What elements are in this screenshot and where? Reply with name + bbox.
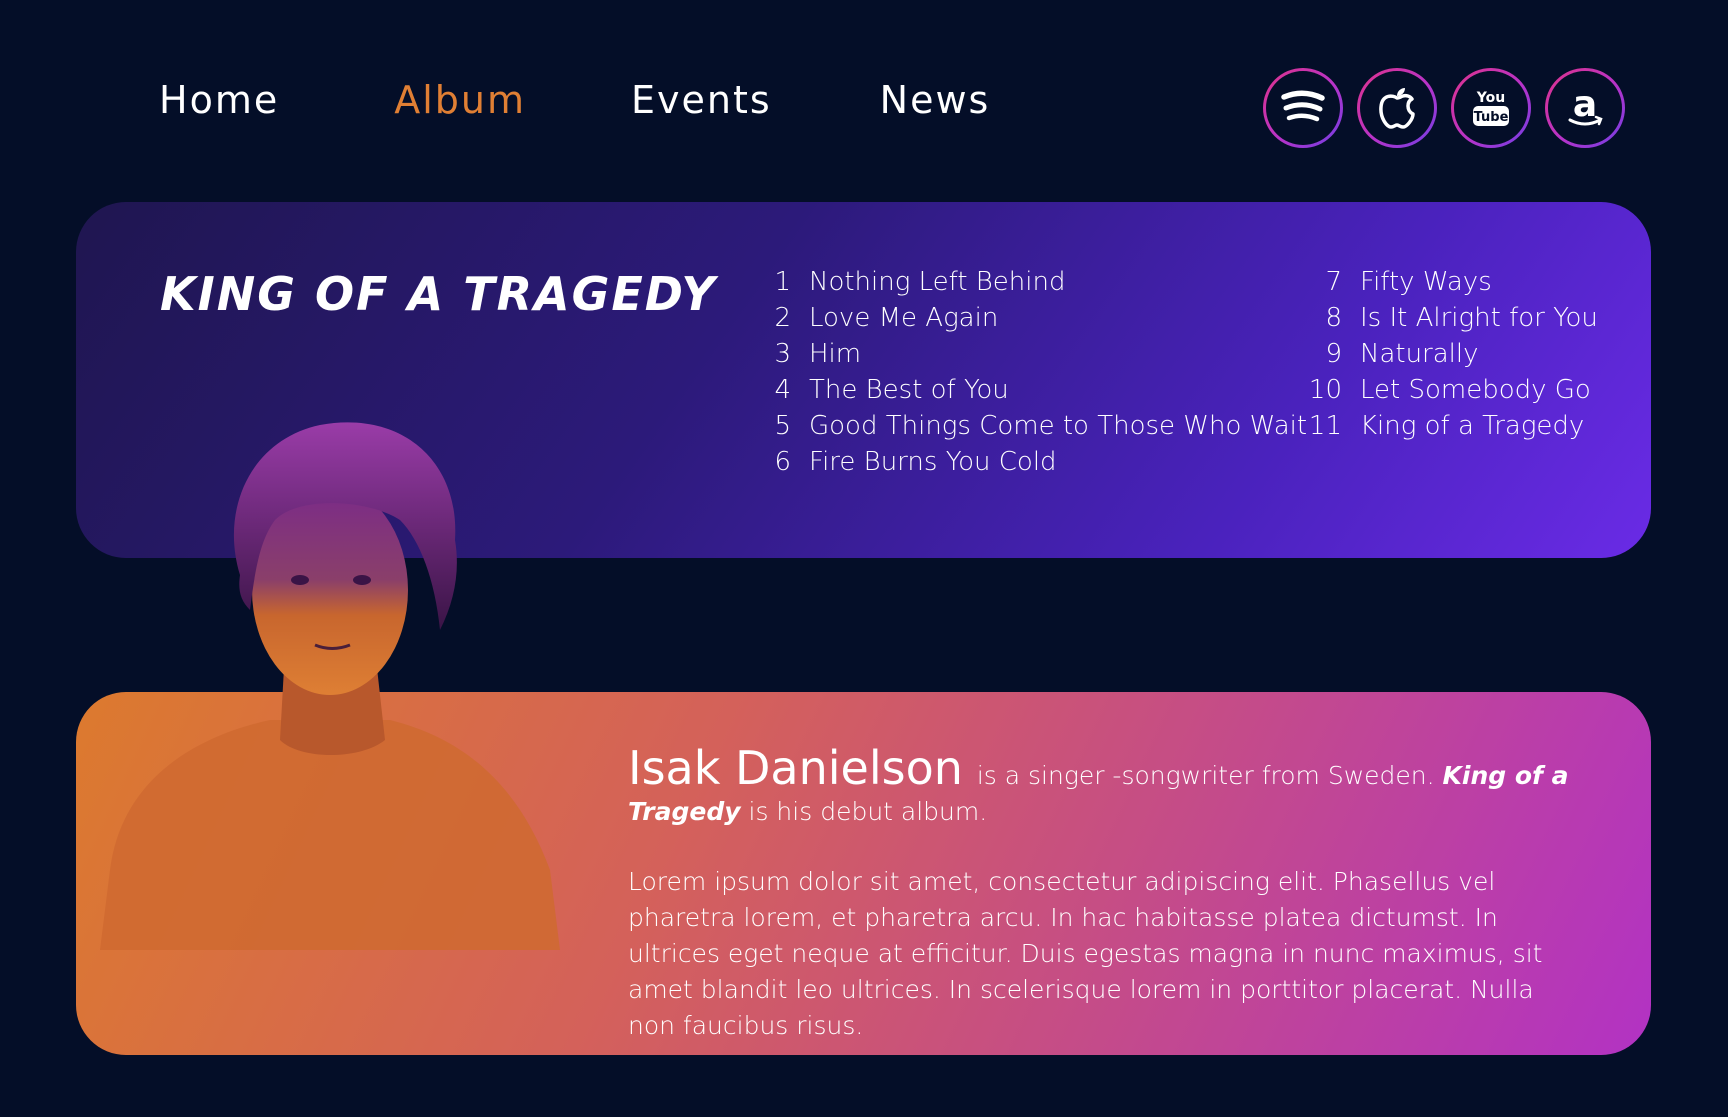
nav-item-events[interactable]: Events bbox=[631, 74, 772, 126]
track-item[interactable]: 2 Love Me Again bbox=[751, 300, 1307, 336]
track-item[interactable]: 3 Him bbox=[751, 336, 1307, 372]
track-item[interactable]: 9 Naturally bbox=[1301, 336, 1598, 372]
track-title: King of a Tragedy bbox=[1360, 411, 1585, 441]
apple-music-icon bbox=[1379, 88, 1415, 129]
tracklist-right: 7 Fifty Ways 8 Is It Alright for You 9 Natu… bbox=[1301, 264, 1598, 444]
track-item[interactable]: 7 Fifty Ways bbox=[1301, 264, 1598, 300]
track-number: 6 bbox=[774, 447, 791, 477]
nav-item-home[interactable]: Home bbox=[159, 74, 279, 126]
spotify-link[interactable] bbox=[1263, 68, 1343, 148]
track-title: Love Me Again bbox=[809, 303, 999, 333]
track-number: 7 bbox=[1325, 267, 1342, 297]
apple-music-link[interactable] bbox=[1357, 68, 1437, 148]
track-title: Fifty Ways bbox=[1360, 267, 1492, 297]
bio-intro-text: is a singer -songwriter from Sweden. bbox=[976, 761, 1435, 790]
artist-name: Isak Danielson bbox=[628, 741, 963, 795]
track-title: Nothing Left Behind bbox=[809, 267, 1066, 297]
track-number: 3 bbox=[774, 339, 791, 369]
track-item[interactable]: 10 Let Somebody Go bbox=[1301, 372, 1598, 408]
spotify-icon bbox=[1281, 90, 1325, 122]
bio-description: Lorem ipsum dolor sit amet, consectetur … bbox=[628, 867, 1543, 1040]
nav-item-album[interactable]: Album bbox=[394, 74, 526, 126]
main-nav: Home Album Events News bbox=[159, 74, 990, 126]
youtube-tube-text: Tube bbox=[1474, 110, 1509, 125]
track-item[interactable]: 4 The Best of You bbox=[751, 372, 1307, 408]
artist-portrait bbox=[100, 422, 560, 950]
youtube-link[interactable]: You Tube bbox=[1451, 68, 1531, 148]
track-number: 2 bbox=[774, 303, 791, 333]
page: Home Album Events News You Tube a KING O… bbox=[0, 0, 1728, 1117]
bio-intro-text-end: is his debut album. bbox=[748, 797, 988, 826]
track-number: 11 bbox=[1308, 411, 1342, 441]
track-title: Good Things Come to Those Who Wait bbox=[809, 411, 1308, 441]
bio-intro: Isak Danielson is a singer -songwriter f… bbox=[628, 745, 1588, 830]
track-number: 8 bbox=[1325, 303, 1342, 333]
track-number: 10 bbox=[1308, 375, 1342, 405]
track-number: 5 bbox=[774, 411, 791, 441]
tracklist-left: 1 Nothing Left Behind 2 Love Me Again 3 Him… bbox=[751, 264, 1307, 480]
track-title: Naturally bbox=[1360, 339, 1479, 369]
youtube-icon: You Tube bbox=[1473, 90, 1509, 126]
artist-bio: Isak Danielson is a singer -songwriter f… bbox=[628, 745, 1588, 1044]
social-links: You Tube a bbox=[1263, 68, 1625, 148]
track-title: Him bbox=[809, 339, 862, 369]
amazon-music-link[interactable]: a bbox=[1545, 68, 1625, 148]
track-title: Is It Alright for You bbox=[1360, 303, 1598, 333]
nav-item-news[interactable]: News bbox=[880, 74, 991, 126]
track-title: The Best of You bbox=[809, 375, 1009, 405]
track-number: 1 bbox=[774, 267, 791, 297]
track-title: Fire Burns You Cold bbox=[809, 447, 1057, 477]
track-number: 4 bbox=[774, 375, 791, 405]
track-item[interactable]: 1 Nothing Left Behind bbox=[751, 264, 1307, 300]
track-item[interactable]: 6 Fire Burns You Cold bbox=[751, 444, 1307, 480]
album-title: KING OF A TRAGEDY bbox=[160, 267, 717, 321]
track-item[interactable]: 5 Good Things Come to Those Who Wait bbox=[751, 408, 1307, 444]
track-number: 9 bbox=[1325, 339, 1342, 369]
track-title: Let Somebody Go bbox=[1360, 375, 1591, 405]
track-item[interactable]: 11 King of a Tragedy bbox=[1301, 408, 1598, 444]
amazon-a-text: a bbox=[1573, 86, 1597, 125]
track-item[interactable]: 8 Is It Alright for You bbox=[1301, 300, 1598, 336]
youtube-you-text: You bbox=[1476, 90, 1505, 106]
amazon-music-icon: a bbox=[1568, 86, 1603, 126]
